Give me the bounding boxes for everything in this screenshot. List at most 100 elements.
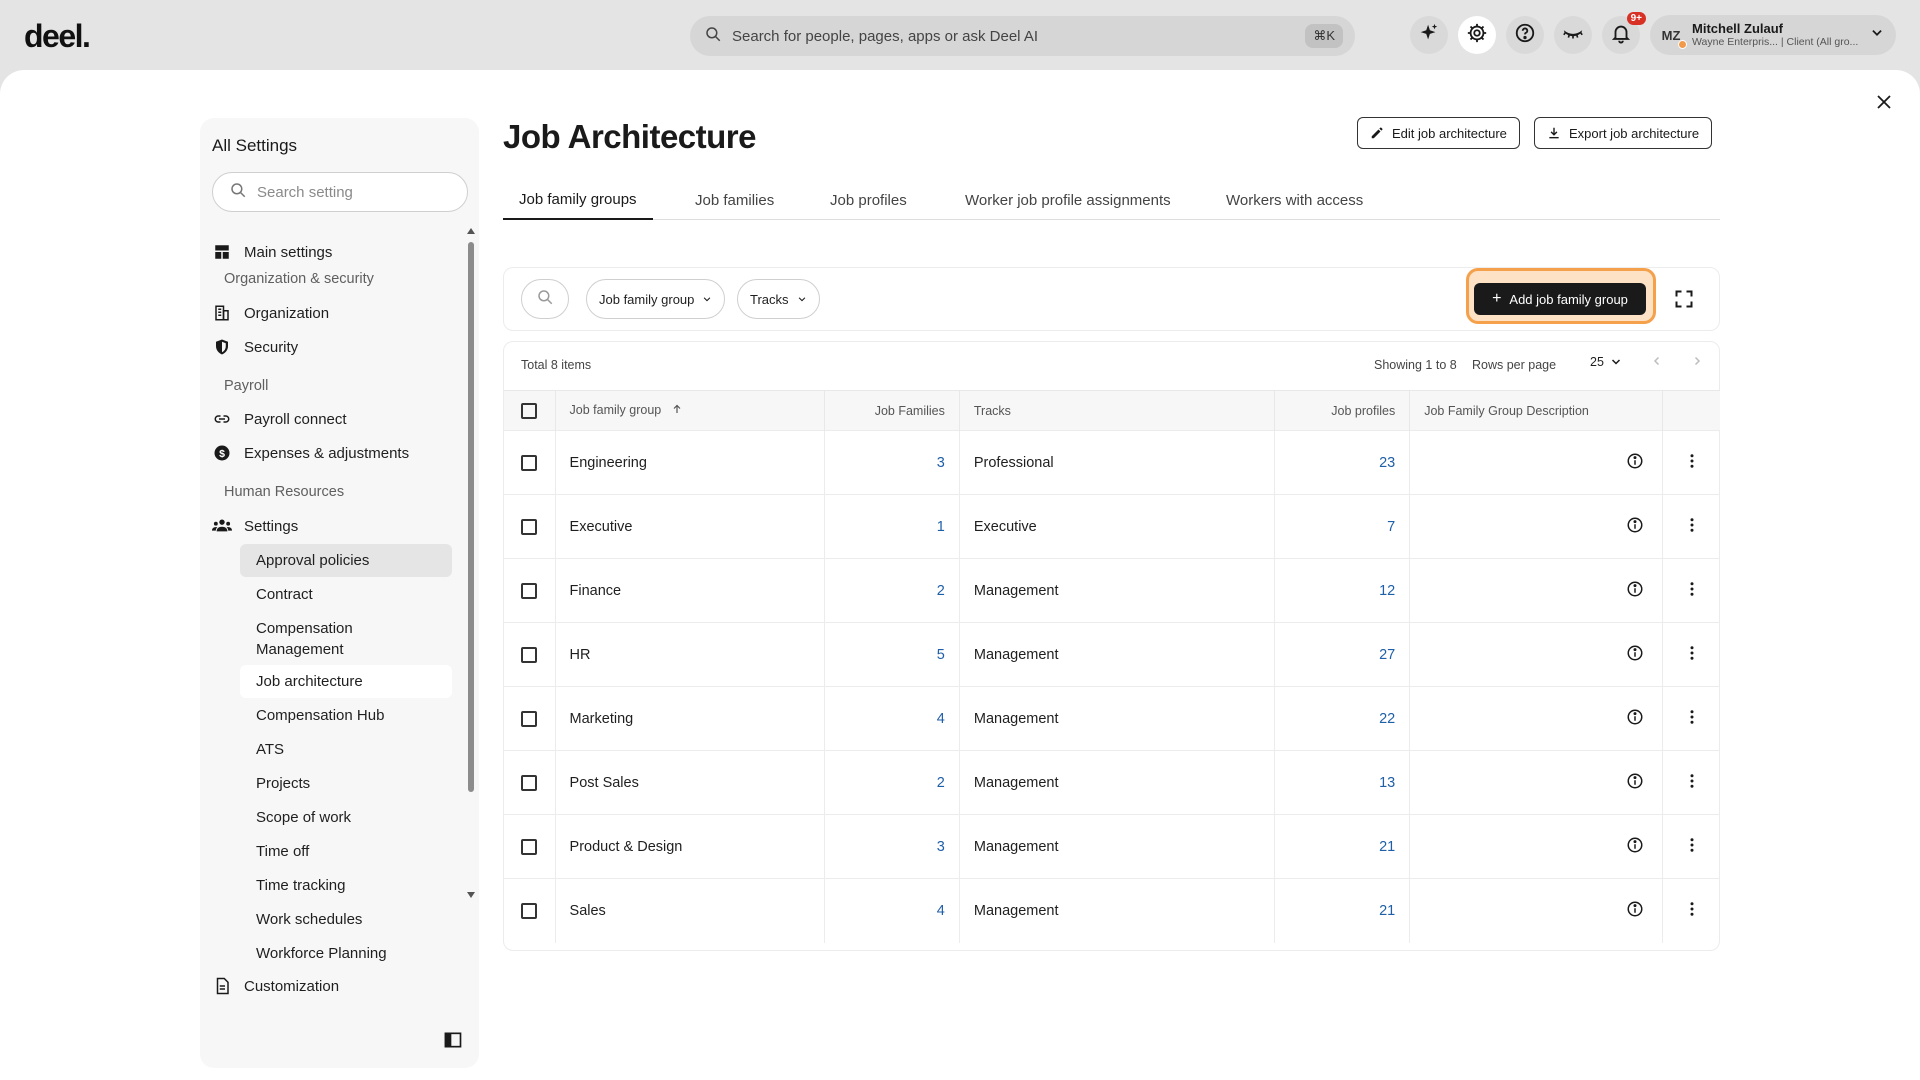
ai-sparkle-button[interactable] [1410, 16, 1448, 54]
row-checkbox[interactable] [521, 582, 538, 599]
sidebar-subitem-contract[interactable]: Contract [240, 578, 452, 611]
more-vertical-icon[interactable] [1683, 453, 1701, 474]
tab-job-family-groups[interactable]: Job family groups [503, 180, 653, 220]
more-vertical-icon[interactable] [1683, 645, 1701, 666]
table-row[interactable]: HR 5 Management 27 [504, 622, 1720, 687]
column-header-description[interactable]: Job Family Group Description [1409, 390, 1664, 431]
sidebar-item-main-settings[interactable]: Main settings [212, 237, 332, 267]
rows-per-page-select[interactable]: 25 [1590, 355, 1622, 369]
info-icon[interactable] [1626, 709, 1644, 730]
job-family-group-filter[interactable]: Job family group [586, 279, 726, 319]
sidebar-subitem-compensation-hub[interactable]: Compensation Hub [240, 699, 452, 732]
row-checkbox[interactable] [521, 710, 538, 727]
cell-job-families-link[interactable]: 1 [824, 494, 960, 559]
cell-job-families-link[interactable]: 4 [824, 686, 960, 751]
fullscreen-button[interactable] [1674, 289, 1694, 309]
sidebar-subitem-approval-policies[interactable]: Approval policies [240, 544, 452, 577]
tracks-filter[interactable]: Tracks [737, 279, 820, 319]
sidebar-scrollbar[interactable] [467, 228, 475, 898]
sidebar-subitem-scope-of-work[interactable]: Scope of work [240, 801, 452, 834]
sidebar-item-settings[interactable]: Settings [212, 511, 298, 541]
privacy-mode-button[interactable] [1554, 16, 1592, 54]
table-row[interactable]: Post Sales 2 Management 13 [504, 750, 1720, 815]
cell-job-families-link[interactable]: 2 [824, 750, 960, 815]
cell-job-profiles-link[interactable]: 21 [1274, 878, 1411, 943]
sidebar-subitem-compensation-management[interactable]: Compensation Management [240, 612, 452, 666]
cell-job-profiles-link[interactable]: 27 [1274, 622, 1411, 687]
cell-job-profiles-link[interactable]: 23 [1274, 430, 1411, 495]
next-page-button[interactable] [1688, 354, 1706, 372]
select-all-checkbox[interactable] [521, 402, 538, 419]
info-icon[interactable] [1626, 581, 1644, 602]
column-header-tracks[interactable]: Tracks [959, 390, 1276, 431]
more-vertical-icon[interactable] [1683, 517, 1701, 538]
more-vertical-icon[interactable] [1683, 581, 1701, 602]
info-icon[interactable] [1626, 453, 1644, 474]
deel-logo[interactable]: deel. [24, 18, 91, 55]
row-checkbox[interactable] [521, 838, 538, 855]
sidebar-item-customization[interactable]: Customization [212, 971, 339, 1001]
table-row[interactable]: Engineering 3 Professional 23 [504, 430, 1720, 495]
table-row[interactable]: Product & Design 3 Management 21 [504, 814, 1720, 879]
tab-workers-with-access[interactable]: Workers with access [1226, 180, 1363, 220]
user-menu[interactable]: MZ Mitchell Zulauf Wayne Enterpris... | … [1650, 15, 1896, 55]
row-checkbox[interactable] [521, 518, 538, 535]
cell-job-profiles-link[interactable]: 21 [1274, 814, 1411, 879]
sidebar-subitem-work-schedules[interactable]: Work schedules [240, 903, 452, 936]
tab-worker-job-profile-assignments[interactable]: Worker job profile assignments [965, 180, 1171, 220]
table-search-button[interactable] [521, 279, 569, 319]
cell-job-families-link[interactable]: 5 [824, 622, 960, 687]
scroll-down-arrow-icon[interactable] [467, 892, 475, 898]
row-checkbox[interactable] [521, 646, 538, 663]
sidebar-subitem-workforce-planning[interactable]: Workforce Planning [240, 937, 452, 970]
notifications-button[interactable]: 9+ [1602, 12, 1646, 54]
previous-page-button[interactable] [1648, 354, 1666, 372]
collapse-sidebar-button[interactable] [443, 1030, 463, 1050]
cell-job-families-link[interactable]: 4 [824, 878, 960, 943]
column-header-job-family-group[interactable]: Job family group [555, 390, 825, 431]
cell-job-profiles-link[interactable]: 22 [1274, 686, 1411, 751]
sidebar-subitem-time-tracking[interactable]: Time tracking [240, 869, 452, 902]
edit-job-architecture-button[interactable]: Edit job architecture [1357, 117, 1520, 149]
sidebar-item-security[interactable]: Security [212, 332, 298, 362]
more-vertical-icon[interactable] [1683, 837, 1701, 858]
row-checkbox[interactable] [521, 902, 538, 919]
add-job-family-group-button[interactable]: + Add job family group [1474, 283, 1646, 315]
settings-button[interactable] [1458, 16, 1496, 54]
scroll-up-arrow-icon[interactable] [467, 228, 475, 234]
tab-job-families[interactable]: Job families [695, 180, 774, 220]
tab-job-profiles[interactable]: Job profiles [830, 180, 907, 220]
column-header-job-profiles[interactable]: Job profiles [1274, 390, 1411, 431]
global-search[interactable]: Search for people, pages, apps or ask De… [690, 16, 1355, 56]
sidebar-subitem-projects[interactable]: Projects [240, 767, 452, 800]
help-button[interactable] [1506, 16, 1544, 54]
info-icon[interactable] [1626, 645, 1644, 666]
cell-job-families-link[interactable]: 3 [824, 814, 960, 879]
more-vertical-icon[interactable] [1683, 773, 1701, 794]
sidebar-subitem-time-off[interactable]: Time off [240, 835, 452, 868]
sidebar-subitem-ats[interactable]: ATS [240, 733, 452, 766]
sidebar-scroll-thumb[interactable] [468, 242, 474, 792]
export-job-architecture-button[interactable]: Export job architecture [1534, 117, 1713, 149]
close-button[interactable] [1870, 90, 1898, 118]
cell-job-profiles-link[interactable]: 7 [1274, 494, 1411, 559]
info-icon[interactable] [1626, 901, 1644, 922]
cell-job-profiles-link[interactable]: 12 [1274, 558, 1411, 623]
column-header-job-families[interactable]: Job Families [824, 390, 960, 431]
table-row[interactable]: Finance 2 Management 12 [504, 558, 1720, 623]
row-checkbox[interactable] [521, 774, 538, 791]
sidebar-item-payroll-connect[interactable]: Payroll connect [212, 404, 347, 434]
more-vertical-icon[interactable] [1683, 709, 1701, 730]
sidebar-item-organization[interactable]: Organization [212, 298, 329, 328]
table-row[interactable]: Sales 4 Management 21 [504, 878, 1720, 943]
table-row[interactable]: Marketing 4 Management 22 [504, 686, 1720, 751]
row-checkbox[interactable] [521, 454, 538, 471]
cell-job-profiles-link[interactable]: 13 [1274, 750, 1411, 815]
cell-job-families-link[interactable]: 3 [824, 430, 960, 495]
more-vertical-icon[interactable] [1683, 902, 1701, 922]
info-icon[interactable] [1626, 517, 1644, 538]
cell-job-families-link[interactable]: 2 [824, 558, 960, 623]
sidebar-subitem-job-architecture[interactable]: Job architecture [240, 665, 452, 698]
info-icon[interactable] [1626, 773, 1644, 794]
info-icon[interactable] [1626, 837, 1644, 858]
